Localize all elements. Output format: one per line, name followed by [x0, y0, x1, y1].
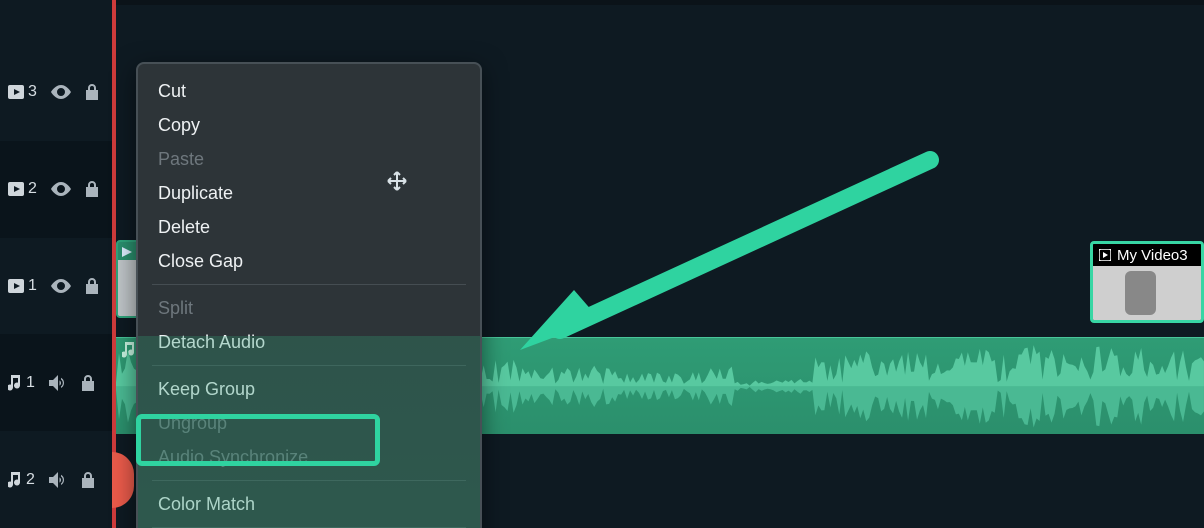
lock-icon [85, 181, 99, 197]
lock-icon [85, 84, 99, 100]
timeline[interactable]: My Video3 CutCopyPasteDuplicateDeleteClo… [112, 0, 1204, 528]
track-number: 3 [28, 83, 37, 101]
menu-item-duplicate[interactable]: Duplicate [138, 176, 480, 210]
visibility-toggle[interactable] [51, 279, 71, 293]
track-header-column: 3 2 1 1 [0, 0, 112, 528]
speaker-icon [49, 472, 67, 488]
visibility-toggle[interactable] [51, 85, 71, 99]
lock-toggle[interactable] [85, 278, 99, 294]
menu-item-ungroup: Ungroup [138, 406, 480, 440]
menu-item-color-match[interactable]: Color Match [138, 487, 480, 521]
menu-separator [152, 365, 466, 366]
video-track-badge: 3 [8, 83, 37, 101]
play-icon [122, 244, 132, 262]
menu-separator [152, 480, 466, 481]
eye-icon [51, 279, 71, 293]
menu-item-paste: Paste [138, 142, 480, 176]
mute-toggle[interactable] [49, 375, 67, 391]
speaker-icon [49, 375, 67, 391]
video-icon [8, 85, 24, 99]
menu-item-audio-synchronize: Audio Synchronize [138, 440, 480, 474]
audio-track-badge: 2 [8, 471, 35, 489]
track-number: 1 [26, 374, 35, 392]
lock-toggle[interactable] [85, 181, 99, 197]
audio-track-2-header[interactable]: 2 [0, 431, 112, 528]
play-icon [1099, 249, 1111, 261]
menu-item-detach-audio[interactable]: Detach Audio [138, 325, 480, 359]
audio-clip-marker[interactable] [112, 452, 134, 508]
menu-separator [152, 284, 466, 285]
lock-icon [81, 375, 95, 391]
clip-thumbnail [1093, 266, 1201, 320]
video-track-3-header[interactable]: 3 [0, 44, 112, 141]
lock-toggle[interactable] [85, 84, 99, 100]
menu-item-close-gap[interactable]: Close Gap [138, 244, 480, 278]
menu-item-copy[interactable]: Copy [138, 108, 480, 142]
track-number: 1 [28, 277, 37, 295]
video-icon [8, 279, 24, 293]
lock-icon [85, 278, 99, 294]
audio-track-1-header[interactable]: 1 [0, 334, 112, 431]
lock-toggle[interactable] [81, 472, 95, 488]
context-menu: CutCopyPasteDuplicateDeleteClose Gap Spli… [136, 62, 482, 528]
video-track-badge: 1 [8, 277, 37, 295]
video-track-2-header[interactable]: 2 [0, 141, 112, 238]
eye-icon [51, 182, 71, 196]
menu-item-cut[interactable]: Cut [138, 74, 480, 108]
music-note-icon [8, 375, 22, 391]
lock-icon [81, 472, 95, 488]
timeline-ruler[interactable] [112, 0, 1204, 5]
clip-title: My Video3 [1117, 247, 1188, 264]
clip-title-bar: My Video3 [1093, 244, 1201, 266]
menu-item-split: Split [138, 291, 480, 325]
audio-track-badge: 1 [8, 374, 35, 392]
video-track-badge: 2 [8, 180, 37, 198]
mute-toggle[interactable] [49, 472, 67, 488]
menu-item-keep-group[interactable]: Keep Group [138, 372, 480, 406]
track-number: 2 [26, 471, 35, 489]
track-number: 2 [28, 180, 37, 198]
menu-item-delete[interactable]: Delete [138, 210, 480, 244]
music-note-icon [8, 472, 22, 488]
eye-icon [51, 85, 71, 99]
video-clip-right[interactable]: My Video3 [1090, 241, 1204, 323]
lock-toggle[interactable] [81, 375, 95, 391]
visibility-toggle[interactable] [51, 182, 71, 196]
video-track-1-header[interactable]: 1 [0, 238, 112, 335]
video-icon [8, 182, 24, 196]
